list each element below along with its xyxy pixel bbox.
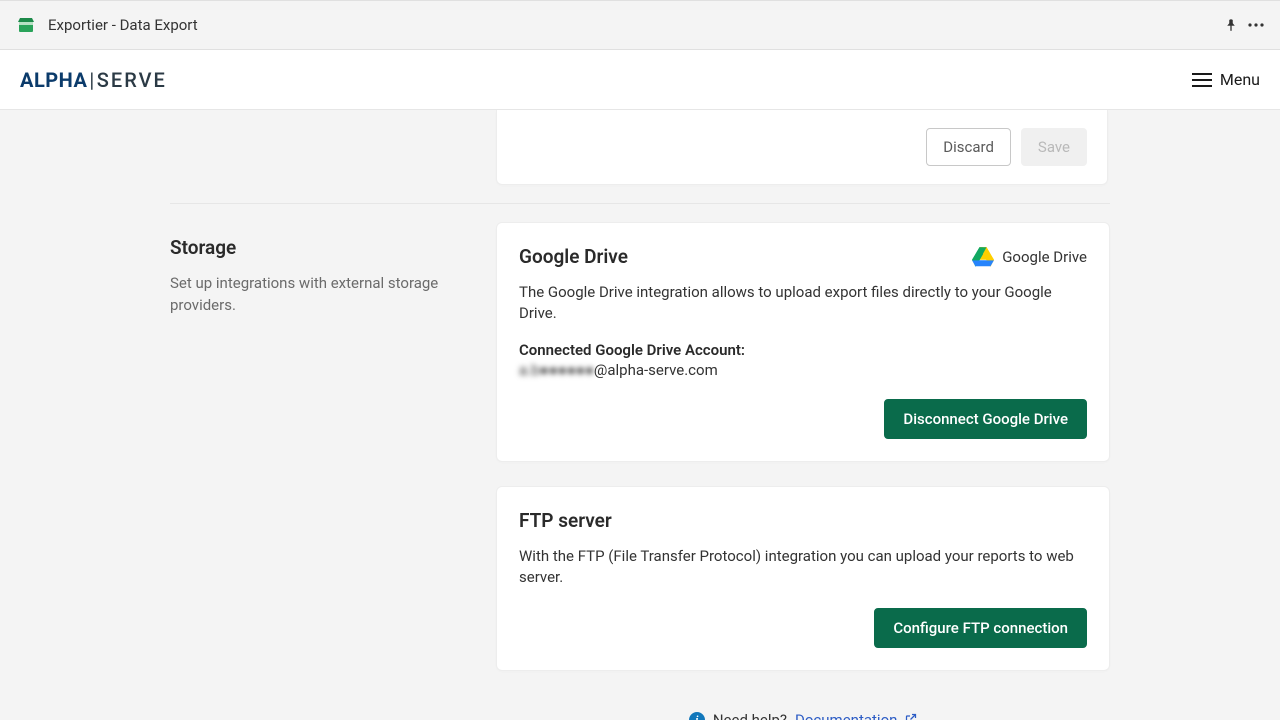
gdrive-email-domain: @alpha-serve.com xyxy=(594,361,718,379)
gdrive-connected-email: a.b●●●●●●@alpha-serve.com xyxy=(519,361,1087,379)
gdrive-email-hidden: a.b●●●●●● xyxy=(519,361,594,379)
prev-card-actions: Discard Save xyxy=(496,110,1108,185)
app-header: ALPHA|SERVE Menu xyxy=(0,50,1280,110)
gdrive-title: Google Drive xyxy=(519,245,628,268)
help-prompt: Need help? xyxy=(713,711,787,720)
topbar-left: Exportier - Data Export xyxy=(16,16,198,34)
storage-title: Storage xyxy=(170,236,466,259)
save-button: Save xyxy=(1021,128,1087,166)
gdrive-card: Google Drive xyxy=(496,222,1110,462)
hamburger-icon xyxy=(1192,73,1212,87)
logo[interactable]: ALPHA|SERVE xyxy=(20,68,167,92)
app-title: Exportier - Data Export xyxy=(48,16,198,34)
gdrive-header: Google Drive xyxy=(519,245,1087,268)
menu-button[interactable]: Menu xyxy=(1192,70,1260,89)
documentation-link[interactable]: Documentation xyxy=(795,711,917,720)
app-icon xyxy=(16,16,36,34)
content-area: Discard Save Storage Set up integrations… xyxy=(0,110,1280,720)
gdrive-tag: Google Drive xyxy=(972,247,1087,267)
gdrive-actions: Disconnect Google Drive xyxy=(519,399,1087,439)
app-topbar: Exportier - Data Export xyxy=(0,0,1280,50)
storage-section-left: Storage Set up integrations with externa… xyxy=(170,222,496,671)
gdrive-desc: The Google Drive integration allows to u… xyxy=(519,282,1087,324)
storage-desc: Set up integrations with external storag… xyxy=(170,273,466,317)
ftp-actions: Configure FTP connection xyxy=(519,608,1087,648)
gdrive-connected-label: Connected Google Drive Account: xyxy=(519,341,745,359)
storage-section: Storage Set up integrations with externa… xyxy=(170,203,1110,671)
logo-bar: | xyxy=(87,68,96,92)
disconnect-gdrive-button[interactable]: Disconnect Google Drive xyxy=(884,399,1087,439)
configure-ftp-button[interactable]: Configure FTP connection xyxy=(874,608,1087,648)
menu-label: Menu xyxy=(1220,70,1260,89)
info-icon: i xyxy=(689,712,705,720)
discard-button[interactable]: Discard xyxy=(926,128,1011,166)
ftp-card: FTP server With the FTP (File Transfer P… xyxy=(496,486,1110,671)
documentation-link-label: Documentation xyxy=(795,711,897,720)
topbar-right xyxy=(1224,18,1264,32)
content-inner: Discard Save Storage Set up integrations… xyxy=(170,110,1110,720)
card-actions-row: Discard Save xyxy=(517,128,1087,166)
gdrive-icon xyxy=(972,247,994,267)
logo-serve: SERVE xyxy=(97,68,167,92)
logo-alpha: ALPHA xyxy=(20,68,87,92)
ftp-desc: With the FTP (File Transfer Protocol) in… xyxy=(519,546,1087,588)
pin-icon[interactable] xyxy=(1224,18,1238,32)
help-row: i Need help? Documentation xyxy=(170,711,1110,720)
ftp-title: FTP server xyxy=(519,509,612,532)
ftp-header: FTP server xyxy=(519,509,1087,532)
gdrive-tag-label: Google Drive xyxy=(1002,248,1087,266)
ellipsis-icon[interactable] xyxy=(1248,18,1264,32)
storage-section-right: Google Drive xyxy=(496,222,1110,671)
external-link-icon xyxy=(905,711,917,720)
